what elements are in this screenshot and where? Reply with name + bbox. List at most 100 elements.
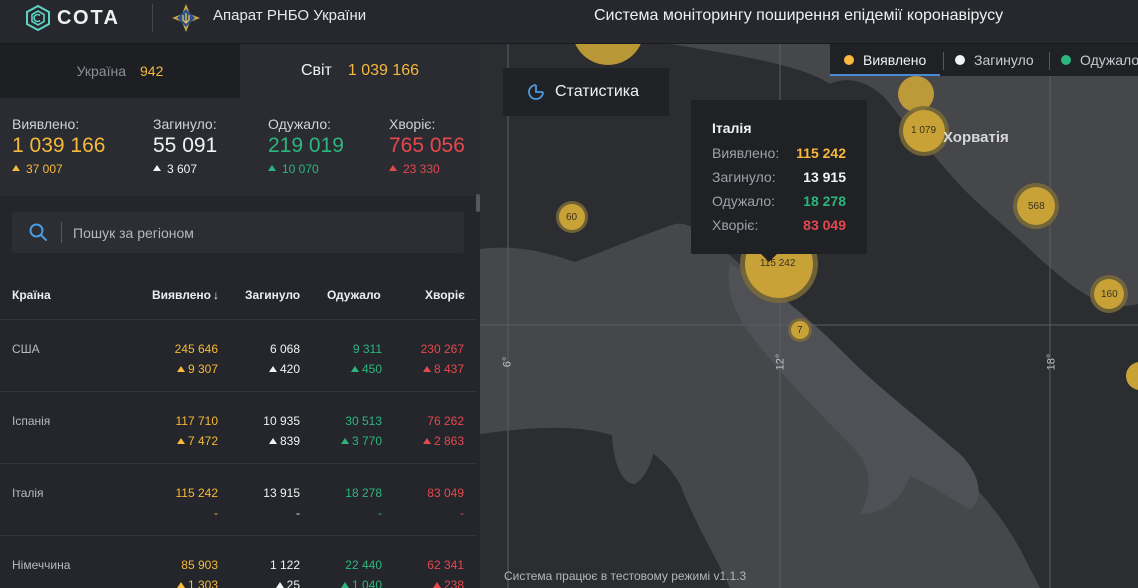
statistics-button-label: Статистика bbox=[555, 83, 640, 100]
confirmed-delta-value: - bbox=[214, 506, 218, 520]
legend-recovered[interactable]: Одужало bbox=[1061, 52, 1138, 68]
sick-delta-value: 238 bbox=[443, 578, 464, 588]
arrow-up-icon bbox=[340, 438, 349, 444]
search-icon[interactable] bbox=[28, 222, 48, 242]
confirmed-delta-value: 9 307 bbox=[187, 362, 218, 376]
sick-value: 62 341 bbox=[427, 558, 464, 572]
tooltip-row-sick: Хворіє: 83 049 bbox=[712, 217, 867, 241]
stat-confirmed-delta: 37 007 bbox=[12, 162, 105, 176]
tab-ukraine[interactable]: Україна 942 bbox=[0, 44, 240, 98]
logo-text: СОТА bbox=[57, 6, 120, 29]
col-confirmed[interactable]: Виявлено ↓ bbox=[152, 288, 219, 302]
lon-label-12: 12° bbox=[774, 353, 787, 371]
recovered-value: 18 278 bbox=[345, 486, 382, 500]
arrow-up-icon bbox=[432, 582, 441, 588]
tab-world-count: 1 039 166 bbox=[347, 62, 420, 79]
map-legend: Виявлено Загинуло Одужало bbox=[830, 44, 1138, 76]
arrow-up-icon bbox=[176, 582, 185, 588]
stat-confirmed-label: Виявлено: bbox=[12, 116, 80, 132]
country-name: США bbox=[12, 342, 40, 356]
test-mode-note: Система працює в тестовому режимі v1.1.3 bbox=[504, 569, 747, 583]
lon-label-18: 18° bbox=[1045, 353, 1058, 371]
stat-deaths-label: Загинуло: bbox=[153, 116, 217, 132]
country-tooltip: Італія Виявлено: 115 242 Загинуло: 13 91… bbox=[691, 100, 867, 262]
legend-confirmed[interactable]: Виявлено bbox=[844, 52, 926, 68]
stat-recovered-value: 219 019 bbox=[268, 134, 344, 157]
rnbo-emblem-icon bbox=[172, 4, 200, 32]
col-confirmed-label: Виявлено bbox=[152, 288, 211, 302]
col-sick[interactable]: Хворіє bbox=[425, 288, 465, 302]
stat-deaths-delta: 3 607 bbox=[153, 162, 217, 176]
arrow-up-icon bbox=[340, 582, 349, 588]
country-name: Іспанія bbox=[12, 414, 51, 428]
arrow-up-icon bbox=[268, 165, 276, 171]
arrow-up-icon bbox=[389, 165, 397, 171]
arrow-up-icon bbox=[153, 165, 161, 171]
confirmed-delta: 1 303 bbox=[176, 578, 218, 588]
arrow-up-icon bbox=[350, 366, 359, 372]
stat-recovered-label: Одужало: bbox=[268, 116, 332, 132]
stat-confirmed: Виявлено: 1 039 166 37 007 bbox=[12, 116, 105, 176]
recovered-value: 9 311 bbox=[352, 342, 382, 356]
tooltip-deaths-value: 13 915 bbox=[803, 169, 846, 185]
stat-sick-value: 765 056 bbox=[389, 134, 465, 157]
header-divider bbox=[152, 4, 153, 32]
table-row[interactable]: Іспанія 117 710 7 472 10 935 839 30 513 3 770 7… bbox=[0, 392, 476, 464]
confirmed-delta-value: 7 472 bbox=[187, 434, 218, 448]
sick-delta: - bbox=[460, 506, 464, 520]
sick-delta-value: 8 437 bbox=[433, 362, 464, 376]
map[interactable]: 115 242 1 079 60 568 160 7 Хорватія 6° 1… bbox=[480, 44, 1138, 588]
table-row[interactable]: Італія 115 242 - 13 915 - 18 278 - 83 049 - bbox=[0, 464, 476, 536]
recovered-delta: 3 770 bbox=[340, 434, 382, 448]
deaths-value: 6 068 bbox=[269, 342, 300, 356]
summary-stats: Виявлено: 1 039 166 37 007 Загинуло: 55 … bbox=[0, 98, 480, 196]
deaths-dot-icon bbox=[955, 55, 965, 65]
col-deaths[interactable]: Загинуло bbox=[245, 288, 300, 302]
search-input[interactable] bbox=[73, 212, 453, 253]
sota-logo[interactable]: СОТА bbox=[25, 4, 120, 32]
org-name: Апарат РНБО України bbox=[213, 7, 367, 24]
tooltip-sick-value: 83 049 bbox=[803, 217, 846, 233]
region-tabs: Україна 942 Світ 1 039 166 bbox=[0, 44, 480, 98]
arrow-up-icon bbox=[275, 582, 284, 588]
stat-recovered: Одужало: 219 019 10 070 bbox=[268, 116, 344, 176]
sick-delta: 238 bbox=[432, 578, 464, 588]
col-country[interactable]: Країна bbox=[12, 288, 51, 302]
table-header: Країна Виявлено ↓ Загинуло Одужало Хворіє bbox=[0, 274, 476, 320]
stat-sick-label: Хворіє: bbox=[389, 116, 436, 132]
deaths-delta-value: 839 bbox=[279, 434, 300, 448]
sick-delta: 8 437 bbox=[422, 362, 464, 376]
tooltip-sick-label: Хворіє: bbox=[712, 217, 759, 233]
tab-world[interactable]: Світ 1 039 166 bbox=[240, 44, 480, 98]
sick-delta-value: - bbox=[460, 506, 464, 520]
statistics-button[interactable]: Статистика bbox=[503, 68, 669, 116]
country-name: Німеччина bbox=[12, 558, 71, 572]
recovered-delta: - bbox=[378, 506, 382, 520]
tooltip-row-deaths: Загинуло: 13 915 bbox=[712, 169, 867, 193]
sick-delta: 2 863 bbox=[422, 434, 464, 448]
bubble-label-568[interactable]: 568 bbox=[1028, 201, 1045, 212]
legend-confirmed-label: Виявлено bbox=[863, 52, 927, 68]
arrow-up-icon bbox=[12, 165, 20, 171]
search-divider bbox=[61, 222, 62, 243]
bubble-label-7[interactable]: 7 bbox=[797, 325, 803, 336]
recovered-delta-value: - bbox=[378, 506, 382, 520]
confirmed-value: 117 710 bbox=[175, 414, 219, 428]
table-row[interactable]: Німеччина 85 903 1 303 1 122 25 22 440 1 040 62… bbox=[0, 536, 476, 588]
sick-delta-value: 2 863 bbox=[433, 434, 464, 448]
tab-ukraine-count: 942 bbox=[140, 63, 164, 79]
bubble-label-160[interactable]: 160 bbox=[1101, 289, 1118, 300]
table-row[interactable]: США 245 646 9 307 6 068 420 9 311 450 230 267 8 … bbox=[0, 320, 476, 392]
bubble-label-60[interactable]: 60 bbox=[566, 212, 577, 223]
confirmed-dot-icon bbox=[844, 55, 854, 65]
confirmed-delta: 9 307 bbox=[176, 362, 218, 376]
confirmed-value: 115 242 bbox=[175, 486, 219, 500]
recovered-delta-value: 1 040 bbox=[351, 578, 382, 588]
recovered-dot-icon bbox=[1061, 55, 1071, 65]
legend-recovered-label: Одужало bbox=[1080, 52, 1138, 68]
sick-value: 230 267 bbox=[420, 342, 464, 356]
legend-deaths[interactable]: Загинуло bbox=[955, 52, 1034, 68]
bubble-label-croatia[interactable]: 1 079 bbox=[911, 125, 936, 136]
stat-sick-delta-value: 23 330 bbox=[403, 162, 440, 176]
col-recovered[interactable]: Одужало bbox=[327, 288, 381, 302]
